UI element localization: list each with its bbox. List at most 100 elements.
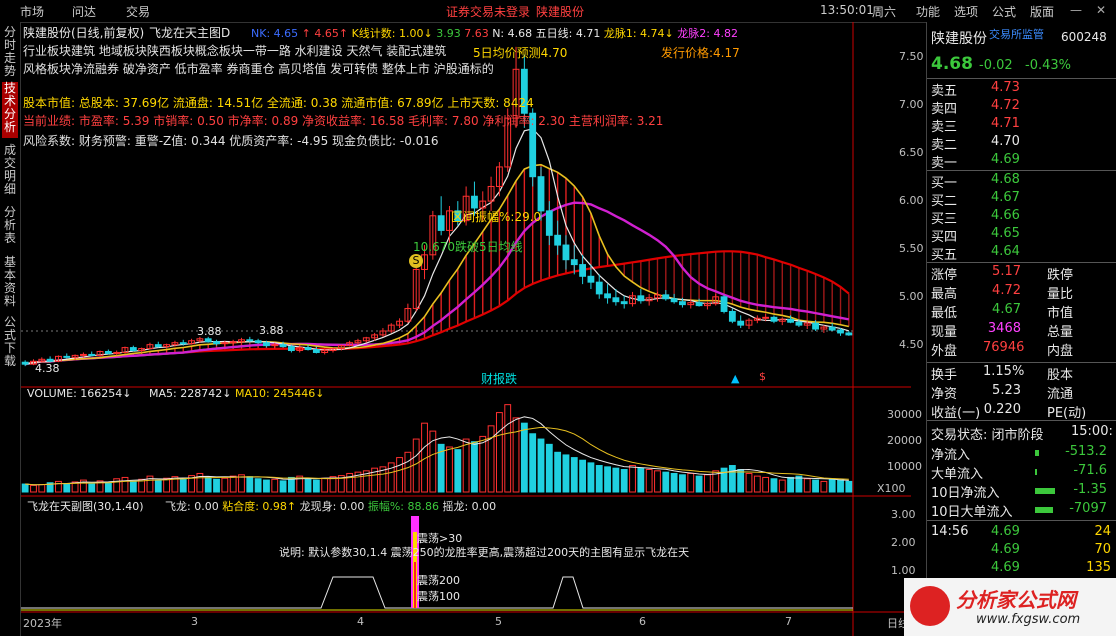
x-label: 6 [639, 615, 646, 628]
volume-bar [579, 459, 587, 493]
candle-body [63, 355, 71, 358]
logo-icon [910, 586, 950, 626]
bid-label: 买三 [931, 212, 958, 227]
stat-row: 最低 4.67 市值 [931, 302, 1113, 321]
annot-5day-forecast: 5日均价预测4.70 [473, 46, 568, 60]
menu-formula[interactable]: 公式 [992, 3, 1016, 20]
nav-trades[interactable]: 成交明细 [2, 144, 18, 200]
candle-body [587, 275, 595, 283]
bid-price: 4.65 [991, 226, 1020, 241]
nav-formula-download[interactable]: 公式下载 [2, 316, 18, 372]
bid-label: 买二 [931, 194, 958, 209]
chart-area[interactable]: 陕建股份(日线,前复权) 飞龙在天主图D NK: 4.65 ↑ 4.65↑ K线… [21, 22, 924, 636]
flow-label: 净流入 [931, 448, 971, 463]
bid-price: 4.64 [991, 244, 1020, 259]
price-tick: 6.00 [899, 194, 924, 207]
volume-bar [778, 479, 786, 493]
ask-row[interactable]: 卖四 4.72 [931, 98, 1113, 117]
bid-row[interactable]: 买一 4.68 [931, 172, 1113, 191]
candle-body [221, 342, 229, 345]
volume-bar [412, 438, 420, 493]
minimize-icon[interactable]: — [1070, 3, 1082, 17]
stat-value: 3468 [987, 321, 1021, 336]
ask-price: 4.71 [991, 116, 1020, 131]
bid-row[interactable]: 买四 4.65 [931, 226, 1113, 245]
nav-analysis[interactable]: 分析表 [2, 206, 18, 252]
bid-row[interactable]: 买二 4.67 [931, 190, 1113, 209]
flow-row: 大单流入 -71.6 [931, 463, 1113, 482]
ask-row[interactable]: 卖五 4.73 [931, 80, 1113, 99]
nav-technical[interactable]: 技术分析 [2, 82, 18, 138]
exchange-tag[interactable]: 交易所监管 [989, 26, 1044, 42]
indicator-value: 五日线: 4.71 [535, 27, 604, 40]
indicator-name[interactable]: 飞龙在天主图D [149, 24, 230, 41]
volume-bar [745, 472, 753, 493]
flow-value: -7097 [1069, 501, 1107, 516]
volume-bar [512, 417, 520, 493]
volume-bar [396, 457, 403, 493]
stat-value: 4.67 [992, 302, 1021, 317]
last-price: 4.68 [931, 54, 973, 74]
candle-body [154, 344, 162, 348]
menu-options[interactable]: 选项 [954, 3, 978, 20]
flow-bar [1035, 469, 1037, 475]
ask-row[interactable]: 卖一 4.69 [931, 152, 1113, 171]
stat-row: 现量 3468 总量 [931, 321, 1113, 340]
volume-bar [38, 484, 46, 493]
candle-body [213, 341, 220, 345]
bid-row[interactable]: 买三 4.66 [931, 208, 1113, 227]
candle-body [279, 344, 287, 348]
menu-ask[interactable]: 问达 [72, 3, 96, 20]
candle-body [720, 296, 728, 312]
menu-market[interactable]: 市场 [20, 3, 44, 20]
volume-bar [620, 469, 628, 493]
stat-value: 4.72 [992, 283, 1021, 298]
sub-label-200: 震荡200 [417, 574, 460, 587]
vol-unit: X100 [877, 482, 906, 495]
indicator-value: ↑ [301, 27, 315, 40]
logo-text: 分析家公式网 [956, 588, 1076, 612]
ask-row[interactable]: 卖三 4.71 [931, 116, 1113, 135]
stat-label: 收益(一) [931, 406, 981, 421]
menu-trade[interactable]: 交易 [126, 3, 150, 20]
x-label: 2023年 [23, 617, 62, 630]
x-label: 3 [191, 615, 198, 628]
tick-price: 4.69 [991, 524, 1020, 539]
candle-body [787, 318, 795, 323]
stat-label-right: PE(动) [1047, 406, 1087, 421]
bid-row[interactable]: 买五 4.64 [931, 244, 1113, 263]
volume-bar [629, 465, 636, 493]
menu-function[interactable]: 功能 [916, 3, 940, 20]
tick-volume: 70 [1094, 542, 1111, 557]
x-label: 5 [495, 615, 502, 628]
dollar-marker-icon: $ [759, 370, 766, 383]
volume-bar [30, 484, 37, 493]
menu-layout[interactable]: 版面 [1030, 3, 1054, 20]
tick-price: 4.69 [991, 542, 1020, 557]
ask-label: 卖三 [931, 120, 958, 135]
indicator-value: 4.65↑ [314, 27, 352, 40]
flow-row: 净流入 -513.2 [931, 444, 1113, 463]
ask-row[interactable]: 卖二 4.70 [931, 134, 1113, 153]
candle-body [537, 176, 545, 212]
stat-row: 收益(一) 0.220 PE(动) [931, 402, 1113, 421]
volume-bar [787, 476, 795, 493]
volume-bar [263, 479, 270, 493]
stat-label-right: 量比 [1047, 287, 1074, 302]
volume-bar [662, 471, 670, 493]
candle-body [828, 326, 836, 331]
ask-price: 4.69 [991, 152, 1020, 167]
candle-body [179, 342, 187, 345]
volume-bar [570, 457, 578, 493]
annot-earnings: 财报跌 [481, 372, 518, 386]
stat-value: 0.220 [983, 402, 1021, 417]
info-capital: 股本市值: 总股本: 37.69亿 流通盘: 14.51亿 全流通: 0.38 … [23, 96, 534, 110]
annot-cross: 10.670跌破5日均线 [413, 240, 523, 254]
candle-body [679, 301, 686, 306]
tick-row: 4.69 135 [931, 560, 1113, 579]
stat-row: 外盘 76946 内盘 [931, 340, 1113, 359]
nav-profile[interactable]: 基本资料 [2, 256, 18, 312]
nav-intraday[interactable]: 分时走势 [2, 26, 18, 78]
close-icon[interactable]: ✕ [1096, 3, 1106, 17]
candle-body [670, 298, 678, 303]
